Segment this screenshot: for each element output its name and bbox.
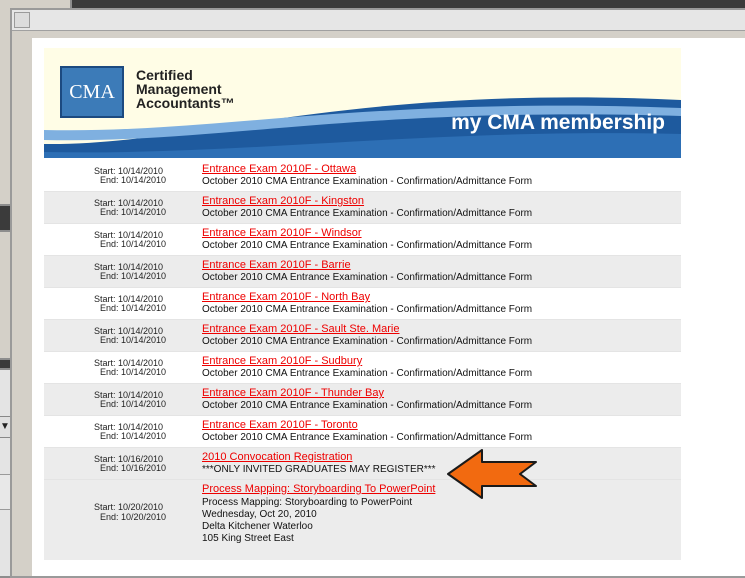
event-title-link[interactable]: 2010 Convocation Registration <box>202 451 352 463</box>
event-description: October 2010 CMA Entrance Examination - … <box>202 432 533 443</box>
event-row: Start: 10/14/2010 End: 10/14/2010 Entranc… <box>44 192 681 224</box>
event-detail-line: Process Mapping: Storyboarding to PowerP… <box>202 497 413 508</box>
event-end-date: End: 10/14/2010 <box>100 335 167 345</box>
event-end-date: End: 10/14/2010 <box>100 271 167 281</box>
event-description: ***ONLY INVITED GRADUATES MAY REGISTER**… <box>202 464 436 475</box>
event-title-link[interactable]: Entrance Exam 2010F - North Bay <box>202 291 370 303</box>
banner-title: my CMA membership <box>451 111 665 134</box>
event-end-date: End: 10/14/2010 <box>100 239 167 249</box>
event-end-date: End: 10/14/2010 <box>100 207 167 217</box>
event-title-link[interactable]: Entrance Exam 2010F - Thunder Bay <box>202 387 384 399</box>
event-description: October 2010 CMA Entrance Examination - … <box>202 176 533 187</box>
event-row: Start: 10/16/2010 End: 10/16/2010 2010 Co… <box>44 448 681 480</box>
cma-logo[interactable]: CMA <box>60 66 124 118</box>
event-title-link[interactable]: Entrance Exam 2010F - Toronto <box>202 419 358 431</box>
brand-line-3: Accountants™ <box>136 95 235 111</box>
events-list: Start: 10/14/2010 End: 10/14/2010 Entranc… <box>44 160 681 560</box>
cma-banner: CMA Certified Management Accountants™ my… <box>44 48 681 158</box>
event-row: Start: 10/20/2010 End: 10/20/2010 Process… <box>44 480 681 560</box>
event-end-date: End: 10/14/2010 <box>100 175 167 185</box>
event-title-link[interactable]: Entrance Exam 2010F - Ottawa <box>202 163 356 175</box>
event-end-date: End: 10/14/2010 <box>100 303 167 313</box>
event-end-date: End: 10/20/2010 <box>100 512 167 522</box>
event-row: Start: 10/14/2010 End: 10/14/2010 Entranc… <box>44 288 681 320</box>
event-description: October 2010 CMA Entrance Examination - … <box>202 240 533 251</box>
event-end-date: End: 10/14/2010 <box>100 367 167 377</box>
event-title-link[interactable]: Entrance Exam 2010F - Kingston <box>202 195 364 207</box>
event-row: Start: 10/14/2010 End: 10/14/2010 Entranc… <box>44 352 681 384</box>
event-row: Start: 10/14/2010 End: 10/14/2010 Entranc… <box>44 384 681 416</box>
event-description: October 2010 CMA Entrance Examination - … <box>202 336 533 347</box>
event-description: October 2010 CMA Entrance Examination - … <box>202 272 533 283</box>
event-row: Start: 10/14/2010 End: 10/14/2010 Entranc… <box>44 416 681 448</box>
event-row: Start: 10/14/2010 End: 10/14/2010 Entranc… <box>44 320 681 352</box>
event-detail-line: Wednesday, Oct 20, 2010 <box>202 509 317 520</box>
event-row: Start: 10/14/2010 End: 10/14/2010 Entranc… <box>44 160 681 192</box>
event-description: October 2010 CMA Entrance Examination - … <box>202 368 533 379</box>
event-detail-line: Delta Kitchener Waterloo <box>202 521 313 532</box>
event-description: October 2010 CMA Entrance Examination - … <box>202 304 533 315</box>
event-row: Start: 10/14/2010 End: 10/14/2010 Entranc… <box>44 224 681 256</box>
event-title-link[interactable]: Entrance Exam 2010F - Sault Ste. Marie <box>202 323 399 335</box>
event-row: Start: 10/14/2010 End: 10/14/2010 Entranc… <box>44 256 681 288</box>
event-title-link[interactable]: Process Mapping: Storyboarding To PowerP… <box>202 483 435 495</box>
window-titlebar[interactable] <box>12 10 745 31</box>
event-end-date: End: 10/16/2010 <box>100 463 167 473</box>
event-title-link[interactable]: Entrance Exam 2010F - Sudbury <box>202 355 362 367</box>
event-title-link[interactable]: Entrance Exam 2010F - Windsor <box>202 227 362 239</box>
event-description: October 2010 CMA Entrance Examination - … <box>202 208 533 219</box>
page-content: CMA Certified Management Accountants™ my… <box>32 38 745 576</box>
event-description: October 2010 CMA Entrance Examination - … <box>202 400 533 411</box>
event-title-link[interactable]: Entrance Exam 2010F - Barrie <box>202 259 351 271</box>
event-detail-line: 105 King Street East <box>202 533 294 544</box>
window-menu-icon[interactable] <box>14 12 30 28</box>
browser-window: CMA Certified Management Accountants™ my… <box>10 8 745 578</box>
arrow-annotation-icon <box>447 449 537 499</box>
event-end-date: End: 10/14/2010 <box>100 431 167 441</box>
brand-line-1: Certified <box>136 67 193 83</box>
brand-line-2: Management <box>136 81 222 97</box>
event-start-date: Start: 10/20/2010 <box>94 502 164 512</box>
event-end-date: End: 10/14/2010 <box>100 399 167 409</box>
